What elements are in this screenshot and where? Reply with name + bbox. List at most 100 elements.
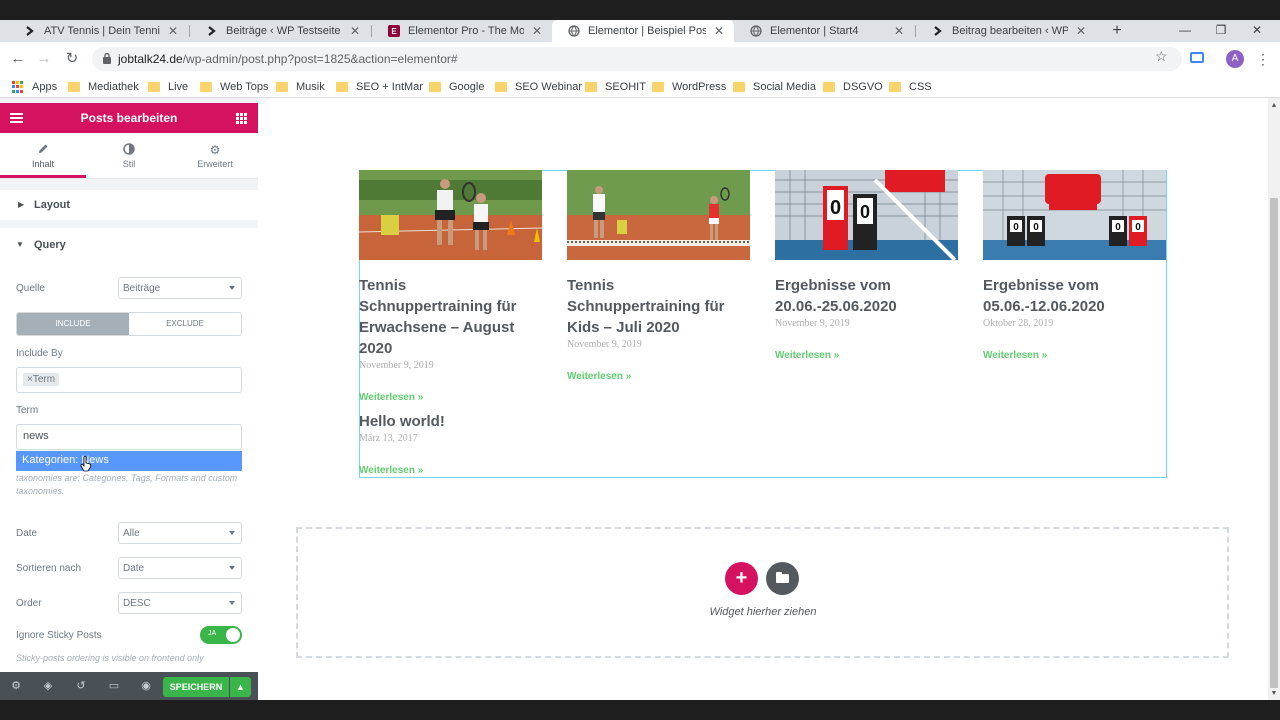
order-select[interactable]: DESC [118, 592, 242, 614]
post-title[interactable]: Tennis Schnuppertraining für Kids – Juli… [567, 275, 750, 338]
post-card[interactable]: 0 0 Ergebnisse vom 20.06.-25.06.2020 Nov… [775, 170, 958, 361]
close-icon[interactable]: ✕ [712, 24, 726, 38]
bookmark-folder[interactable]: Google [429, 79, 484, 95]
bookmark-folder[interactable]: Live [148, 79, 188, 95]
close-window-button[interactable]: ✕ [1234, 20, 1280, 42]
reload-icon[interactable]: ↻ [62, 49, 82, 69]
chevron-down-icon [229, 286, 235, 290]
browser-tab-1[interactable]: ATV Tennis | Dein Tennisverein ✕ [8, 20, 188, 42]
bookmark-folder[interactable]: SEOHIT [585, 79, 646, 95]
select-value: Date [123, 563, 145, 574]
bookmark-folder[interactable]: Mediathek [68, 79, 139, 95]
settings-gear-icon[interactable]: ⚙ [9, 679, 23, 693]
term-option-news[interactable]: Kategorien: News [16, 451, 242, 471]
back-arrow-icon[interactable]: ← [8, 49, 28, 69]
sort-select[interactable]: Date [118, 557, 242, 579]
read-more-link[interactable]: Weiterlesen » [775, 350, 958, 361]
folder-icon [276, 82, 288, 92]
post-title[interactable]: Hello world! [359, 411, 542, 432]
folder-icon [585, 82, 597, 92]
tab-stil[interactable]: Stil [86, 133, 172, 178]
url-text: jobtalk24.de/wp-admin/post.php?post=1825… [118, 52, 458, 66]
scroll-down-arrow-icon[interactable]: ▼ [1268, 688, 1280, 700]
history-icon[interactable]: ↺ [74, 679, 88, 693]
read-more-link[interactable]: Weiterlesen » [359, 465, 542, 476]
sticky-toggle[interactable]: JA [200, 626, 242, 644]
extension-icon[interactable] [1190, 52, 1204, 63]
svg-text:0: 0 [1135, 222, 1141, 233]
bookmark-folder[interactable]: SEO + IntMar [336, 79, 423, 95]
bookmark-folder[interactable]: Social Media [733, 79, 816, 95]
sticky-help-text: Sticky-posts ordering is visible on fron… [16, 653, 204, 663]
tab-erweitert[interactable]: ⚙ Erweitert [172, 133, 258, 178]
bookmark-label: Live [168, 81, 189, 93]
bookmark-star-icon[interactable]: ☆ [1155, 48, 1168, 65]
bookmark-folder[interactable]: CSS [889, 79, 932, 95]
preview-eye-icon[interactable]: ◉ [139, 679, 153, 693]
navigator-layers-icon[interactable]: ◈ [41, 679, 55, 693]
browser-menu-icon[interactable]: ⋮ [1256, 50, 1270, 68]
pencil-icon [0, 143, 86, 159]
include-by-field[interactable]: ×Term [16, 367, 242, 393]
browser-tab-6[interactable]: Beitrag bearbeiten ‹ WP Test ✕ [916, 20, 1096, 42]
term-search-input[interactable]: news [16, 424, 242, 450]
add-section-dropzone[interactable] [296, 527, 1229, 658]
post-title[interactable]: Ergebnisse vom 20.06.-25.06.2020 [775, 275, 958, 317]
scroll-up-arrow-icon[interactable]: ▲ [1268, 100, 1280, 112]
bookmark-folder[interactable]: Web Tops [200, 79, 269, 95]
bookmark-apps[interactable]: Apps [12, 79, 57, 95]
post-card[interactable]: 0 0 0 0 Ergebnisse vom 05.06.-12.06.2020… [983, 170, 1166, 361]
bookmark-folder[interactable]: Musik [276, 79, 325, 95]
post-thumbnail[interactable] [359, 170, 542, 260]
template-library-folder-icon[interactable] [766, 562, 799, 595]
responsive-desktop-icon[interactable]: ▭ [107, 679, 121, 693]
chevron-down-icon [229, 566, 235, 570]
include-button[interactable]: INCLUDE [17, 313, 129, 335]
browser-tab-4-active[interactable]: Elementor | Beispiel Post Wid ✕ [552, 20, 734, 42]
tab-label: Beitrag bearbeiten ‹ WP Test [952, 25, 1068, 37]
post-title[interactable]: Ergebnisse vom 05.06.-12.06.2020 [983, 275, 1166, 317]
exclude-button[interactable]: EXCLUDE [129, 313, 241, 335]
post-thumbnail[interactable] [567, 170, 750, 260]
browser-tab-5[interactable]: Elementor | Start4 ✕ [734, 20, 914, 42]
save-options-caret-icon[interactable]: ▲ [230, 677, 251, 697]
term-tag[interactable]: ×Term [23, 373, 60, 386]
read-more-link[interactable]: Weiterlesen » [983, 350, 1166, 361]
close-icon[interactable]: ✕ [348, 24, 362, 38]
tab-inhalt[interactable]: Inhalt [0, 133, 86, 178]
date-select[interactable]: Alle [118, 522, 242, 544]
caret-down-icon[interactable]: ▼ [16, 240, 24, 249]
profile-avatar[interactable]: A [1226, 50, 1244, 68]
section-title: Layout [34, 199, 71, 211]
browser-tab-3[interactable]: E Elementor Pro - The Most Ad ✕ [372, 20, 552, 42]
quelle-select[interactable]: Beiträge [118, 277, 242, 299]
vertical-scrollbar[interactable]: ▲ ▼ [1268, 98, 1280, 700]
widgets-grid-icon[interactable] [236, 113, 247, 124]
bookmark-folder[interactable]: DSGVO [823, 79, 883, 95]
url-bar[interactable]: jobtalk24.de/wp-admin/post.php?post=1825… [92, 47, 1182, 71]
read-more-link[interactable]: Weiterlesen » [567, 371, 750, 382]
browser-tab-2[interactable]: Beiträge ‹ WP Testseite — W ✕ [190, 20, 370, 42]
close-icon[interactable]: ✕ [530, 24, 544, 38]
section-layout[interactable]: ▶ Layout [0, 190, 258, 220]
close-icon[interactable]: ✕ [892, 24, 906, 38]
svg-text:0: 0 [1013, 222, 1019, 233]
forward-arrow-icon[interactable]: → [34, 49, 54, 69]
close-icon[interactable]: ✕ [166, 24, 180, 38]
bookmark-folder[interactable]: SEO Webinar [495, 79, 582, 95]
scrollbar-thumb[interactable] [1270, 198, 1278, 688]
add-section-plus-icon[interactable]: + [725, 562, 758, 595]
post-date: November 9, 2019 [359, 360, 434, 371]
post-card[interactable]: Hello world! März 13, 2017 Weiterlesen » [359, 396, 542, 476]
close-icon[interactable]: ✕ [1074, 24, 1088, 38]
post-thumbnail[interactable]: 0 0 0 0 [983, 170, 1166, 260]
save-button[interactable]: SPEICHERN [163, 677, 229, 697]
new-tab-button[interactable]: + [1106, 20, 1128, 42]
globe-icon [750, 25, 762, 37]
bookmark-folder[interactable]: WordPress [652, 79, 726, 95]
post-thumbnail[interactable]: 0 0 [775, 170, 958, 260]
contrast-icon [86, 143, 172, 159]
post-card[interactable]: Tennis Schnuppertraining für Kids – Juli… [567, 170, 750, 382]
post-title[interactable]: Tennis Schnuppertraining für Erwachsene … [359, 275, 542, 359]
post-card[interactable]: Tennis Schnuppertraining für Erwachsene … [359, 170, 542, 403]
